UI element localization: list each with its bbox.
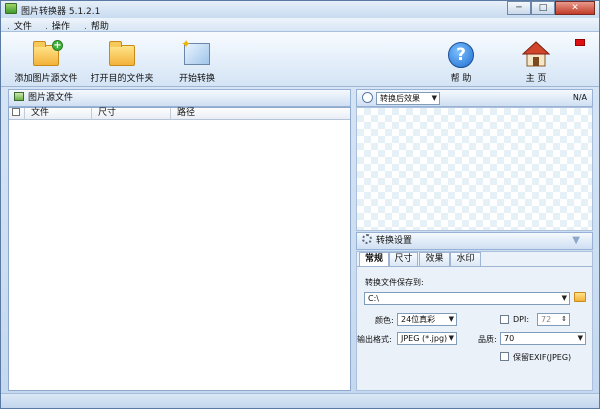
title-bar: 图片转换器 5.1.2.1 ─ □ ✕ xyxy=(1,1,599,18)
gear-icon xyxy=(362,234,372,244)
format-label: 输出格式: xyxy=(357,335,392,344)
preview-mode-select[interactable]: 转换后效果 ▼ xyxy=(376,92,440,105)
minimize-button[interactable]: ─ xyxy=(507,1,531,15)
open-dest-label: 打开目的文件夹 xyxy=(90,74,154,84)
app-window: 图片转换器 5.1.2.1 ─ □ ✕ . 文件 . 操作 . 帮助 + 添加图片源文… xyxy=(0,0,600,409)
quality-select[interactable]: 70 ▼ xyxy=(500,332,586,345)
tab-watermark[interactable]: 水印 xyxy=(450,252,481,266)
open-dest-button[interactable]: 打开目的文件夹 xyxy=(90,37,154,85)
home-label: 主 页 xyxy=(525,74,547,84)
home-icon xyxy=(522,41,550,67)
color-select[interactable]: 24位真彩 ▼ xyxy=(397,313,457,326)
status-bar xyxy=(1,393,599,408)
column-size[interactable]: 尺寸 xyxy=(92,108,171,120)
keep-exif-checkbox[interactable] xyxy=(500,352,509,361)
help-button[interactable]: ? 帮 助 xyxy=(441,37,481,85)
browse-folder-icon[interactable] xyxy=(574,292,586,302)
close-button[interactable]: ✕ xyxy=(555,1,595,15)
menu-file[interactable]: . 文件 xyxy=(7,19,32,32)
window-title: 图片转换器 5.1.2.1 xyxy=(21,7,101,17)
tab-effects[interactable]: 效果 xyxy=(419,252,450,266)
preview-panel-header: 转换后效果 ▼ N/A xyxy=(356,89,593,107)
color-label: 颜色: xyxy=(375,316,394,325)
settings-panel-title: 转换设置 xyxy=(376,236,413,246)
source-file-list[interactable]: 文件 尺寸 路径 xyxy=(8,107,351,391)
preview-size: N/A xyxy=(572,93,587,102)
collapse-icon[interactable]: ▼ xyxy=(572,233,580,249)
dpi-label: DPI: xyxy=(513,315,530,324)
toolbar: + 添加图片源文件 打开目的文件夹 开始转换 ? 帮 助 主 页 xyxy=(1,32,599,87)
magnifier-icon xyxy=(362,92,373,103)
app-icon xyxy=(5,3,17,14)
add-source-label: 添加图片源文件 xyxy=(14,74,78,84)
menu-help[interactable]: . 帮助 xyxy=(84,19,109,32)
source-panel-title: 图片源文件 xyxy=(28,93,74,103)
language-flag-icon[interactable] xyxy=(575,39,585,46)
help-icon: ? xyxy=(448,42,474,68)
settings-panel-header: 转换设置 ▼ xyxy=(356,232,593,250)
window-controls: ─ □ ✕ xyxy=(507,1,595,16)
preview-canvas xyxy=(356,107,593,231)
tab-general[interactable]: 常规 xyxy=(359,252,389,267)
save-to-label: 转换文件保存到: xyxy=(365,278,424,287)
maximize-button[interactable]: □ xyxy=(531,1,555,15)
format-select[interactable]: JPEG (*.jpg) ▼ xyxy=(397,332,457,345)
source-panel-header: 图片源文件 xyxy=(8,89,351,107)
settings-body: 常规 尺寸 效果 水印 转换文件保存到: C:\ ▼ 颜色: 24位真彩 ▼ DPI… xyxy=(356,251,593,391)
menu-operate[interactable]: . 操作 xyxy=(45,19,70,32)
start-convert-button[interactable]: 开始转换 xyxy=(171,37,223,85)
image-icon xyxy=(14,92,24,101)
dpi-checkbox[interactable] xyxy=(500,315,509,324)
tab-size[interactable]: 尺寸 xyxy=(389,252,418,266)
add-folder-icon: + xyxy=(33,40,63,66)
column-file[interactable]: 文件 xyxy=(25,108,92,120)
dpi-spinner[interactable]: 72 ⇕ xyxy=(537,313,570,326)
column-path[interactable]: 路径 xyxy=(171,108,350,120)
magic-wand-icon xyxy=(181,37,210,65)
home-button[interactable]: 主 页 xyxy=(516,37,556,85)
add-source-button[interactable]: + 添加图片源文件 xyxy=(14,37,78,85)
save-path-select[interactable]: C:\ ▼ xyxy=(364,292,570,305)
quality-label: 品质: xyxy=(478,335,497,344)
menu-bar: . 文件 . 操作 . 帮助 xyxy=(1,18,599,32)
file-list-header: 文件 尺寸 路径 xyxy=(9,108,350,120)
select-all-checkbox[interactable] xyxy=(9,108,25,120)
start-convert-label: 开始转换 xyxy=(178,74,216,84)
keep-exif-label: 保留EXIF(JPEG) xyxy=(513,353,572,362)
help-label: 帮 助 xyxy=(450,74,472,84)
folder-icon xyxy=(109,41,135,66)
